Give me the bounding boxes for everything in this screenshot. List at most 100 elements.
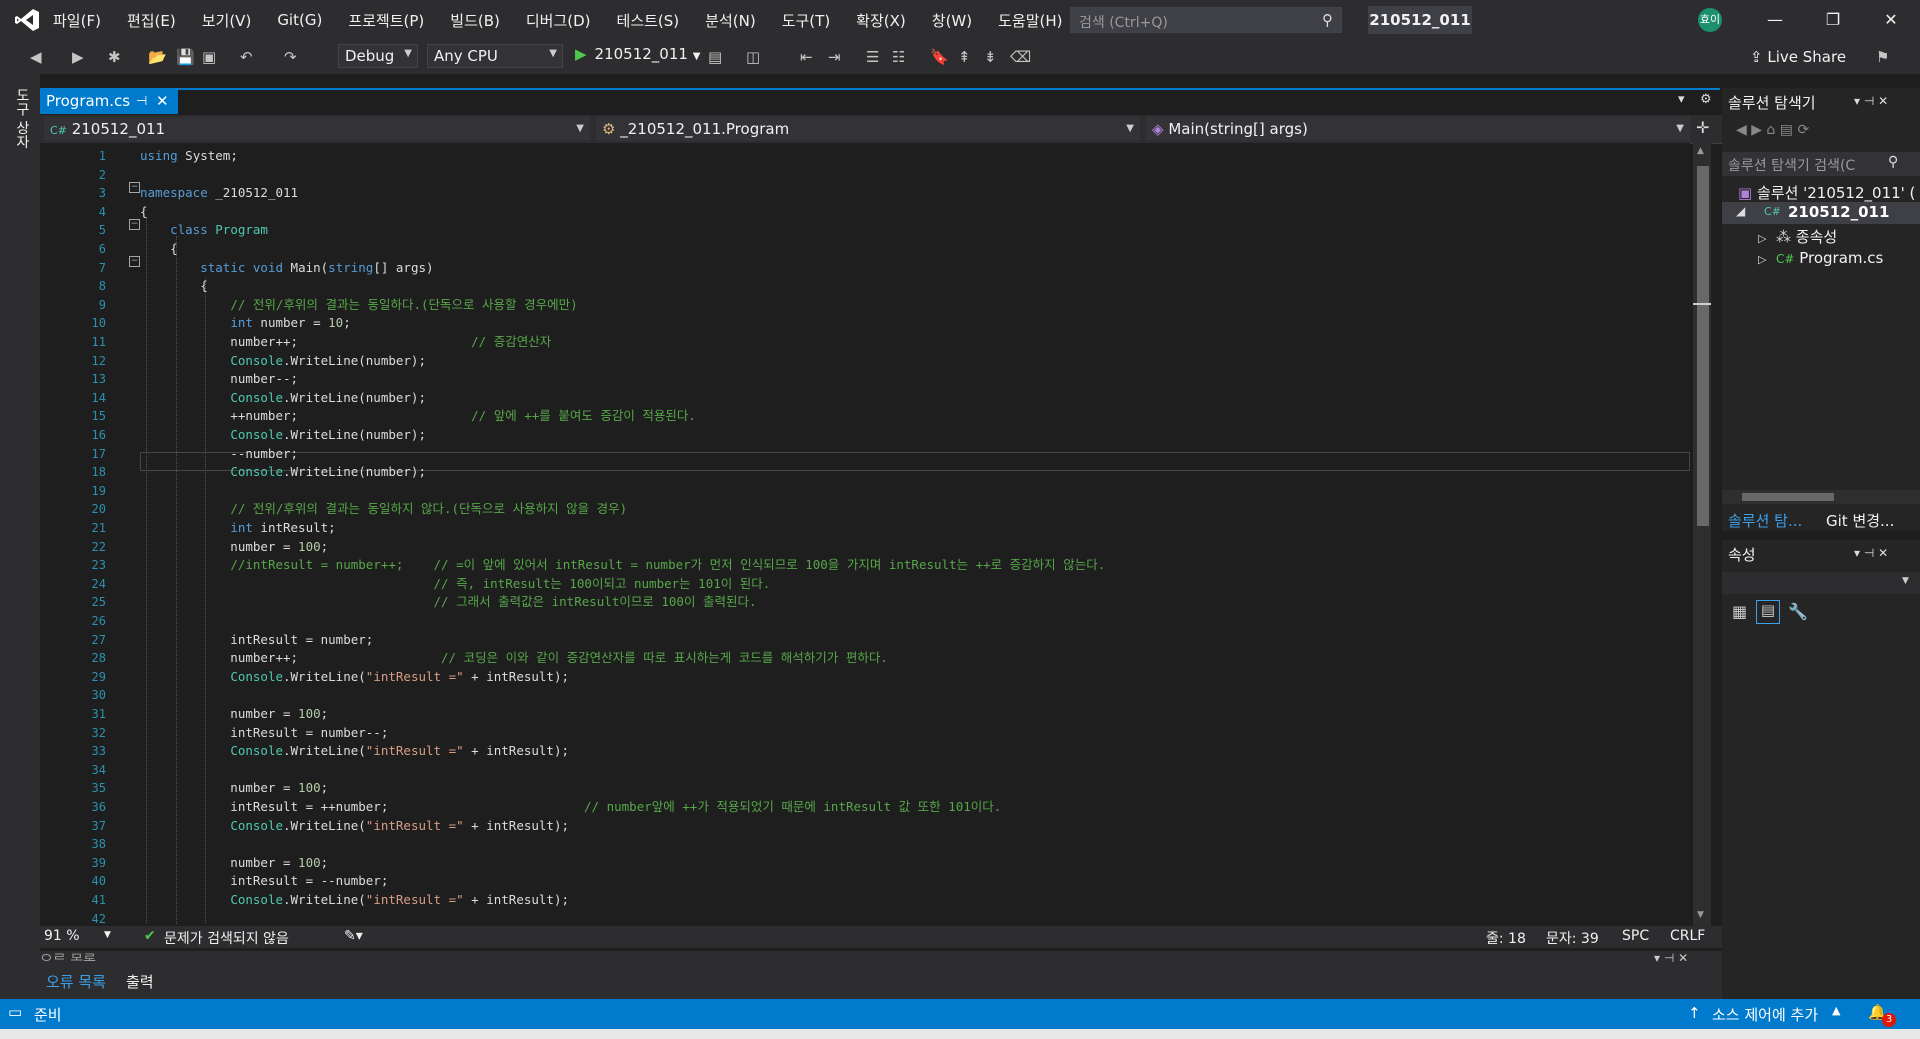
tree-dependencies[interactable]: ▷ ⁂ 종속성 (1758, 226, 1837, 247)
platform-select[interactable]: Any CPU ▼ (427, 44, 563, 68)
alphabetical-icon[interactable]: ▤ (1756, 600, 1780, 624)
split-icon[interactable]: ✛ (1696, 118, 1709, 137)
nav-toolbar-icons[interactable]: ◀ ▶ ⌂ ▤ ⟳ (1736, 122, 1809, 138)
tree-program-cs[interactable]: ▷ C# Program.cs (1758, 249, 1883, 267)
code-line[interactable]: Console.WriteLine(number); (140, 389, 426, 407)
code-line[interactable]: number = 100; (140, 705, 328, 723)
code-line[interactable]: Console.WriteLine("intResult =" + intRes… (140, 668, 569, 686)
code-line[interactable]: intResult = number; (140, 631, 373, 649)
code-line[interactable]: number = 100; (140, 538, 328, 556)
code-line[interactable]: --number; (140, 445, 298, 463)
panel-controls[interactable]: ▾ ⊣ ✕ (1854, 94, 1888, 108)
tab-output[interactable]: 출력 (126, 971, 154, 992)
live-share-button[interactable]: ⇪ Live Share (1750, 48, 1846, 66)
code-line[interactable]: static void Main(string[] args) (140, 259, 433, 277)
code-line[interactable]: namespace _210512_011 (140, 184, 298, 202)
scrollbar-thumb[interactable] (1742, 493, 1834, 501)
collapsed-icon[interactable]: ▷ (1758, 253, 1766, 266)
horizontal-scrollbar[interactable] (1722, 490, 1920, 504)
code-line[interactable]: { (140, 277, 208, 295)
code-line[interactable]: number++; // 코딩은 이와 같이 증감연산자를 따로 표시하는게 코… (140, 649, 888, 667)
search-input[interactable]: 검색 (Ctrl+Q) ⚲ (1070, 7, 1342, 33)
collapse-icon[interactable]: − (129, 256, 140, 267)
menu-item[interactable]: 파일(F) (53, 10, 101, 31)
chevron-down-icon[interactable]: ▼ (104, 930, 111, 940)
code-line[interactable]: // 즉, intResult는 100이되고 number는 101이 된다. (140, 575, 771, 593)
code-line[interactable]: Console.WriteLine("intResult =" + intRes… (140, 891, 569, 909)
code-line[interactable]: { (140, 203, 148, 221)
zoom-level[interactable]: 91 % (44, 928, 80, 944)
code-line[interactable]: intResult = ++number; // number앞에 ++가 적용… (140, 798, 1001, 816)
code-line[interactable]: Console.WriteLine("intResult =" + intRes… (140, 742, 569, 760)
avatar[interactable]: 효이 (1698, 8, 1722, 32)
code-line[interactable]: Console.WriteLine(number); (140, 426, 426, 444)
code-line[interactable]: { (140, 240, 178, 258)
redo-icon[interactable]: ↷ (284, 48, 297, 66)
menu-item[interactable]: Git(G) (277, 11, 322, 29)
menu-item[interactable]: 빌드(B) (450, 10, 500, 31)
code-line[interactable]: int number = 10; (140, 314, 350, 332)
object-select[interactable]: ▼ (1722, 572, 1920, 594)
code-line[interactable]: using System; (140, 147, 238, 165)
restore-button[interactable]: ❐ (1804, 0, 1862, 40)
collapse-icon[interactable]: − (129, 182, 140, 193)
member-select[interactable]: ◈ Main(string[] args) ▼ (1146, 117, 1690, 141)
tab-git-changes[interactable]: Git 변경... (1826, 510, 1894, 531)
brush-icon[interactable]: ✎▾ (344, 928, 363, 944)
scroll-up-icon[interactable]: ▲ (1697, 146, 1704, 156)
code-line[interactable]: number = 100; (140, 854, 328, 872)
screenshot-icon[interactable]: ◫ (746, 48, 760, 66)
tree-project-row[interactable]: ◢ C# 210512_011 (1722, 202, 1920, 224)
code-line[interactable]: //intResult = number++; // =이 앞에 있어서 int… (140, 556, 1105, 574)
forward-icon[interactable]: ▶ (72, 48, 84, 66)
config-select[interactable]: Debug ▼ (338, 44, 418, 68)
code-line[interactable]: number--; (140, 370, 298, 388)
scrollbar-thumb[interactable] (1697, 166, 1709, 526)
code-line[interactable]: Console.WriteLine(number); (140, 352, 426, 370)
panel-controls[interactable]: ▾ ⊣ ✕ (1854, 546, 1888, 560)
undo-icon[interactable]: ↶ (240, 48, 253, 66)
back-icon[interactable]: ◀ (30, 48, 42, 66)
chevron-up-icon[interactable]: ▲ (1832, 1004, 1840, 1017)
menu-item[interactable]: 보기(V) (202, 10, 252, 31)
menu-item[interactable]: 창(W) (932, 10, 972, 31)
menu-item[interactable]: 분석(N) (705, 10, 756, 31)
menu-item[interactable]: 도움말(H) (998, 10, 1062, 31)
code-line[interactable]: Console.WriteLine("intResult =" + intRes… (140, 817, 569, 835)
indent-icon[interactable]: ☷ (892, 48, 905, 66)
expand-icon[interactable]: ◢ (1736, 204, 1745, 218)
close-tab-icon[interactable]: ✕ (156, 89, 169, 114)
collapse-icon[interactable]: − (129, 219, 140, 230)
menu-item[interactable]: 편집(E) (127, 10, 176, 31)
code-line[interactable]: intResult = --number; (140, 872, 388, 890)
settings-icon[interactable]: ⚙ (1700, 92, 1712, 107)
bookmark-icon[interactable]: 🔖 (930, 48, 949, 66)
code-line[interactable]: class Program (140, 221, 268, 239)
code-line[interactable]: // 전위/후위의 결과는 동일하지 않다.(단독으로 사용하지 않을 경우) (140, 500, 627, 518)
code-line[interactable]: intResult = number--; (140, 724, 388, 742)
tree-solution[interactable]: ▣ 솔루션 '210512_011' ( (1738, 182, 1915, 203)
tab-error-list[interactable]: 오류 목록 (46, 971, 106, 992)
categorized-icon[interactable]: ▦ (1732, 602, 1747, 621)
toolbox-tab[interactable]: 도구 상자 (12, 88, 32, 148)
menu-item[interactable]: 디버그(D) (526, 10, 591, 31)
close-window-button[interactable]: ✕ (1862, 0, 1920, 40)
minimize-button[interactable]: — (1746, 0, 1804, 40)
next-bookmark-icon[interactable]: ⇟ (984, 48, 997, 66)
code-line[interactable]: int intResult; (140, 519, 335, 537)
code-line[interactable]: number = 100; (140, 779, 328, 797)
step-over-icon[interactable]: ⇥ (828, 48, 841, 66)
collapsed-icon[interactable]: ▷ (1758, 232, 1766, 245)
code-line[interactable]: // 그래서 출력값은 intResult이므로 100이 출력된다. (140, 593, 757, 611)
source-control-button[interactable]: 소스 제어에 추가 (1712, 1004, 1818, 1025)
solution-search-input[interactable]: 솔루션 탐색기 검색(C ⚲ (1722, 152, 1920, 176)
save-icon[interactable]: 💾 (176, 48, 195, 66)
new-project-icon[interactable]: ✱ (108, 48, 121, 66)
panel-controls[interactable]: ▾ ⊣ ✕ (1654, 951, 1688, 965)
code-line[interactable]: Console.WriteLine(number); (140, 463, 426, 481)
prev-bookmark-icon[interactable]: ⇞ (958, 48, 971, 66)
outdent-icon[interactable]: ☰ (866, 48, 879, 66)
code-line[interactable]: ++number; // 앞에 ++를 붙여도 증감이 적용된다. (140, 407, 696, 425)
whitespace-mode[interactable]: SPC (1622, 928, 1649, 944)
start-debug-button[interactable]: ▶ 210512_011 ▼ (575, 45, 700, 63)
